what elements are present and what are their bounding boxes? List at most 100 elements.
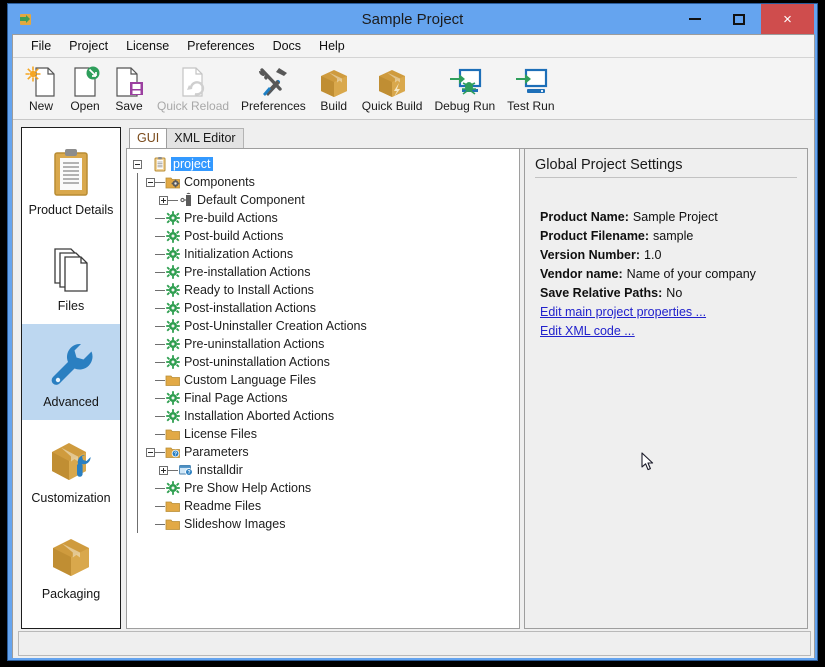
tree-collapse-icon[interactable]	[146, 448, 155, 457]
package-box-fast-icon	[376, 63, 408, 101]
tree-node[interactable]: ?installdir	[133, 461, 519, 479]
documents-icon	[49, 240, 93, 298]
tree-node[interactable]: ?Parameters	[133, 443, 519, 461]
gear-icon	[165, 282, 181, 298]
tree-node[interactable]: Installation Aborted Actions	[133, 407, 519, 425]
tab-xml-editor[interactable]: XML Editor	[166, 128, 243, 148]
tree-node[interactable]: Slideshow Images	[133, 515, 519, 533]
toolbar-new-button[interactable]: New	[19, 61, 63, 113]
toolbar-debug-run-button[interactable]: Debug Run	[428, 61, 501, 113]
tree-indent	[146, 461, 159, 479]
tree-node[interactable]: Readme Files	[133, 497, 519, 515]
toolbar-build-button[interactable]: Build	[312, 61, 356, 113]
field-product-name-key: Product Name:	[540, 210, 629, 224]
tree-node[interactable]: Initialization Actions	[133, 245, 519, 263]
field-save-relative-paths-key: Save Relative Paths:	[540, 286, 662, 300]
sidebar-item-customization[interactable]: Customization	[22, 420, 120, 516]
minimize-icon	[689, 18, 701, 20]
tree-indent	[133, 407, 146, 425]
toolbar-save-button[interactable]: Save	[107, 61, 151, 113]
tree-indent	[133, 425, 146, 443]
tree-connector	[168, 470, 178, 471]
maximize-button[interactable]	[717, 4, 761, 34]
tree-node-label: Components	[184, 175, 255, 189]
sidebar-label-packaging: Packaging	[42, 587, 100, 601]
tree-node-label: Pre Show Help Actions	[184, 481, 311, 495]
tree-node[interactable]: Default Component	[133, 191, 519, 209]
folder-icon	[165, 372, 181, 388]
tree-indent	[133, 443, 146, 461]
tree-node[interactable]: License Files	[133, 425, 519, 443]
menu-file[interactable]: File	[22, 36, 60, 56]
tree-node-label: Ready to Install Actions	[184, 283, 314, 297]
sidebar-item-product-details[interactable]: Product Details	[22, 132, 120, 228]
tree-collapse-icon[interactable]	[133, 160, 142, 169]
toolbar: New Open	[13, 58, 814, 120]
field-product-filename-key: Product Filename:	[540, 229, 649, 243]
sidebar-label-customization: Customization	[31, 491, 110, 505]
menu-preferences[interactable]: Preferences	[178, 36, 263, 56]
tree-node[interactable]: Custom Language Files	[133, 371, 519, 389]
toolbar-quick-build-label: Quick Build	[362, 99, 423, 113]
toolbar-quick-build-button[interactable]: Quick Build	[356, 61, 429, 113]
toolbar-quick-reload-button[interactable]: Quick Reload	[151, 61, 235, 113]
tree-node[interactable]: Post-Uninstaller Creation Actions	[133, 317, 519, 335]
tree-connector	[155, 272, 165, 273]
tree-connector	[155, 236, 165, 237]
tree-node[interactable]: Ready to Install Actions	[133, 281, 519, 299]
tree-node-label: project	[171, 157, 213, 171]
field-product-filename: Product Filename:sample	[540, 229, 797, 243]
app-box-arrow-icon	[17, 11, 34, 28]
toolbar-test-run-button[interactable]: Test Run	[501, 61, 560, 113]
menu-license[interactable]: License	[117, 36, 178, 56]
menu-help[interactable]: Help	[310, 36, 354, 56]
toolbar-build-label: Build	[320, 99, 347, 113]
minimize-button[interactable]	[673, 4, 717, 34]
tree-node[interactable]: Final Page Actions	[133, 389, 519, 407]
sidebar-item-packaging[interactable]: Packaging	[22, 516, 120, 612]
tree-expand-icon[interactable]	[159, 196, 168, 205]
tree-node[interactable]: Post-installation Actions	[133, 299, 519, 317]
tree-connector	[155, 380, 165, 381]
clipboard-node-icon	[152, 156, 168, 172]
tree-node[interactable]: Pre Show Help Actions	[133, 479, 519, 497]
sidebar-item-advanced[interactable]: Advanced	[22, 324, 120, 420]
tree-node[interactable]: Pre-installation Actions	[133, 263, 519, 281]
menu-project[interactable]: Project	[60, 36, 117, 56]
tree-connector	[155, 452, 165, 453]
tree-node-label: Slideshow Images	[184, 517, 285, 531]
close-button[interactable]: ×	[761, 4, 814, 34]
tree-node[interactable]: Pre-uninstallation Actions	[133, 335, 519, 353]
tab-gui[interactable]: GUI	[129, 128, 167, 148]
sidebar-label-advanced: Advanced	[43, 395, 99, 409]
tree-node[interactable]: Pre-build Actions	[133, 209, 519, 227]
tree-node[interactable]: Post-build Actions	[133, 227, 519, 245]
project-tree-pane[interactable]: project Components Default ComponentPre-bu…	[126, 149, 520, 629]
menu-docs[interactable]: Docs	[264, 36, 310, 56]
tree-expand-icon[interactable]	[159, 466, 168, 475]
tree-node-label: Post-Uninstaller Creation Actions	[184, 319, 367, 333]
tree-indent	[133, 461, 146, 479]
toolbar-open-button[interactable]: Open	[63, 61, 107, 113]
tree-connector	[155, 416, 165, 417]
tree-node[interactable]: Components	[133, 173, 519, 191]
tree-connector	[155, 254, 165, 255]
tree-collapse-icon[interactable]	[146, 178, 155, 187]
tree-node-label: Pre-installation Actions	[184, 265, 310, 279]
sidebar-item-files[interactable]: Files	[22, 228, 120, 324]
gear-icon	[165, 336, 181, 352]
link-edit-xml-code[interactable]: Edit XML code ...	[540, 324, 635, 338]
field-product-name-value: Sample Project	[633, 210, 718, 224]
tree-node[interactable]: project	[133, 155, 519, 173]
gear-icon	[165, 408, 181, 424]
right-area: GUI XML Editor project Components Default …	[126, 127, 808, 629]
component-icon	[178, 192, 194, 208]
link-edit-main-project-properties[interactable]: Edit main project properties ...	[540, 305, 706, 319]
toolbar-preferences-button[interactable]: Preferences	[235, 61, 312, 113]
tree-node-label: License Files	[184, 427, 257, 441]
field-vendor-name-key: Vendor name:	[540, 267, 623, 281]
tree-indent	[133, 497, 146, 515]
tree-indent	[133, 371, 146, 389]
tree-node[interactable]: Post-uninstallation Actions	[133, 353, 519, 371]
settings-title: Global Project Settings	[535, 157, 797, 178]
